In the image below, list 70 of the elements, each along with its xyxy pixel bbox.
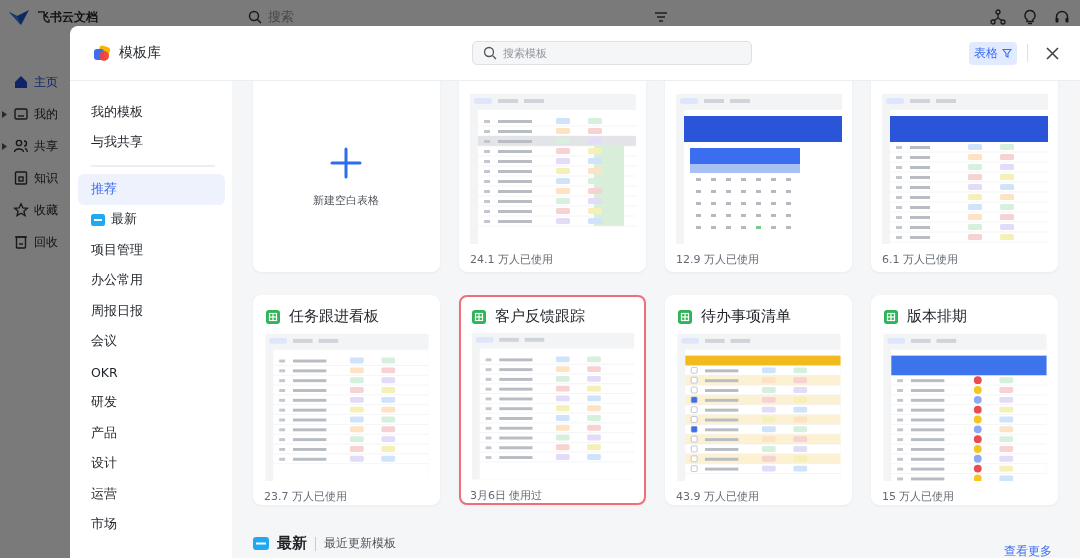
filter-button[interactable]: 表格 xyxy=(969,41,1017,65)
section-title: 最新 xyxy=(277,534,307,553)
app-logo-icon xyxy=(8,8,30,26)
spreadsheet-icon xyxy=(472,309,486,324)
nav-item[interactable]: 知识 xyxy=(0,168,68,188)
card-title: 客户反馈跟踪 xyxy=(495,307,585,327)
people-icon xyxy=(13,138,29,154)
headset-icon xyxy=(1054,9,1070,25)
card-label: 新建空白表格 xyxy=(313,192,379,208)
nav-item[interactable]: OKR xyxy=(78,357,225,388)
nav-item[interactable]: 共享 xyxy=(0,136,68,156)
search-icon xyxy=(483,46,497,60)
nav-item[interactable]: 我的模板 xyxy=(78,97,225,128)
usage-count: 43.9 万人已使用 xyxy=(676,489,760,504)
spreadsheet-icon xyxy=(678,309,692,324)
template-card[interactable]: 版本排期 15 万人已使用 xyxy=(871,295,1058,505)
template-card[interactable]: 新建空白表格 xyxy=(253,81,440,272)
nav-item[interactable]: 最新 xyxy=(78,204,225,235)
template-card[interactable]: 24.1 万人已使用 xyxy=(459,81,646,272)
trash-icon xyxy=(13,234,29,250)
usage-count: 15 万人已使用 xyxy=(882,489,956,504)
caret-icon xyxy=(1,142,7,150)
usage-count: 23.7 万人已使用 xyxy=(264,489,348,504)
spreadsheet-icon xyxy=(266,309,280,324)
nav-item[interactable]: 与我共享 xyxy=(78,127,225,158)
caret-icon xyxy=(1,110,7,118)
template-card[interactable]: 客户反馈跟踪 3月6日 使用过 xyxy=(459,295,646,505)
nav-item[interactable]: 推荐 xyxy=(78,174,225,205)
folder-icon xyxy=(13,106,29,122)
usage-count: 12.9 万人已使用 xyxy=(676,252,760,267)
search-icon xyxy=(248,10,262,24)
nav-item[interactable]: 会议 xyxy=(78,326,225,357)
card-title: 待办事项清单 xyxy=(701,307,791,327)
nav-item[interactable]: 周报日报 xyxy=(78,296,225,327)
lightbulb-icon xyxy=(1022,9,1038,25)
spreadsheet-icon xyxy=(884,309,898,324)
nav-item[interactable]: 研发 xyxy=(78,387,225,418)
nav-item[interactable]: 回收 xyxy=(0,232,68,252)
nav-item[interactable]: 项目管理 xyxy=(78,235,225,266)
see-more-link[interactable]: 查看更多 xyxy=(1004,543,1052,558)
section-subtitle: 最近更新模板 xyxy=(324,535,396,552)
template-card[interactable]: 12.9 万人已使用 xyxy=(665,81,852,272)
usage-count: 3月6日 使用过 xyxy=(470,488,544,503)
plus-icon xyxy=(330,146,362,179)
template-library-logo-icon xyxy=(93,44,111,62)
star-icon xyxy=(13,202,29,218)
new-badge-icon xyxy=(91,213,105,226)
nav-item[interactable]: 运营 xyxy=(78,479,225,510)
new-badge-icon xyxy=(253,537,269,550)
nav-item[interactable]: 办公常用 xyxy=(78,265,225,296)
filter-icon xyxy=(1002,48,1012,58)
nav-item[interactable]: 设计 xyxy=(78,448,225,479)
template-card[interactable]: 任务跟进看板 23.7 万人已使用 xyxy=(253,295,440,505)
app-name: 飞书云文档 xyxy=(38,8,98,26)
home-icon xyxy=(13,74,29,90)
book-icon xyxy=(13,170,29,186)
close-icon xyxy=(1046,46,1059,60)
template-card[interactable]: 6.1 万人已使用 xyxy=(871,81,1058,272)
card-title: 版本排期 xyxy=(907,307,967,327)
filter-icon xyxy=(654,11,668,23)
card-title: 任务跟进看板 xyxy=(289,307,379,327)
usage-count: 24.1 万人已使用 xyxy=(470,252,554,267)
nav-item[interactable]: 收藏 xyxy=(0,200,68,220)
usage-count: 6.1 万人已使用 xyxy=(882,252,959,267)
modal-title: 模板库 xyxy=(119,44,161,62)
nav-item[interactable]: 市场 xyxy=(78,509,225,540)
template-card[interactable]: 待办事项清单 43.9 万人已使用 xyxy=(665,295,852,505)
nav-item[interactable]: 我的 xyxy=(0,104,68,124)
org-chart-icon xyxy=(990,9,1006,25)
nav-item[interactable]: 产品 xyxy=(78,418,225,449)
